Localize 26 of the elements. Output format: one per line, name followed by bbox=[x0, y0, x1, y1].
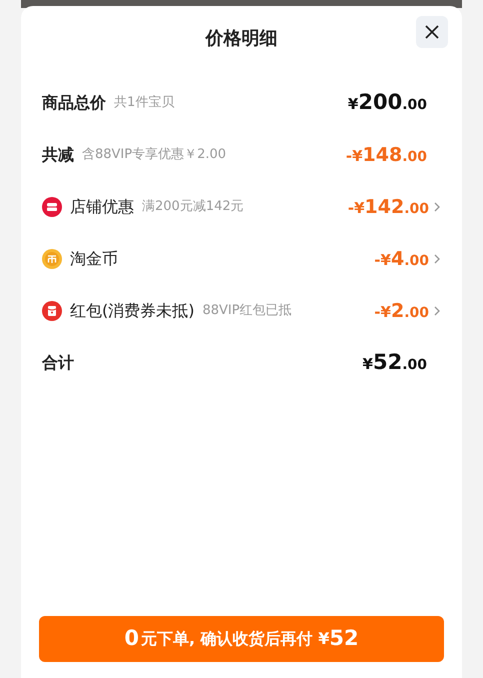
row-note: 共1件宝贝 bbox=[114, 94, 174, 112]
price: -¥142.00 bbox=[348, 194, 429, 220]
close-icon bbox=[424, 24, 440, 40]
pay-later-button[interactable]: 0元下单, 确认收货后再付 ¥52 bbox=[39, 616, 444, 662]
row-label: 商品总价 bbox=[42, 92, 106, 114]
row-note: 含88VIP专享优惠￥2.00 bbox=[82, 146, 226, 164]
chevron-right-icon[interactable] bbox=[433, 253, 441, 265]
row-label: 淘金币 bbox=[70, 248, 118, 270]
row-note: 满200元减142元 bbox=[142, 198, 244, 216]
row-label: 共减 bbox=[42, 144, 74, 166]
chevron-right-icon[interactable] bbox=[433, 305, 441, 317]
row-label: 红包(消费券未抵) bbox=[70, 300, 194, 322]
store-icon bbox=[42, 197, 62, 217]
coin-icon bbox=[42, 249, 62, 269]
sheet-title: 价格明细 bbox=[206, 26, 278, 50]
price: -¥2.00 bbox=[374, 298, 429, 324]
row-note: 88VIP红包已抵 bbox=[202, 302, 292, 320]
price: -¥148.00 bbox=[346, 142, 427, 168]
chevron-right-icon[interactable] bbox=[433, 201, 441, 213]
price: ¥52.00 bbox=[362, 349, 427, 376]
close-button[interactable] bbox=[416, 16, 448, 48]
row-label: 店铺优惠 bbox=[70, 196, 134, 218]
envelope-icon bbox=[42, 301, 62, 321]
price: -¥4.00 bbox=[374, 246, 429, 272]
price: ¥200.00 bbox=[348, 89, 427, 116]
row-label: 合计 bbox=[42, 352, 74, 374]
